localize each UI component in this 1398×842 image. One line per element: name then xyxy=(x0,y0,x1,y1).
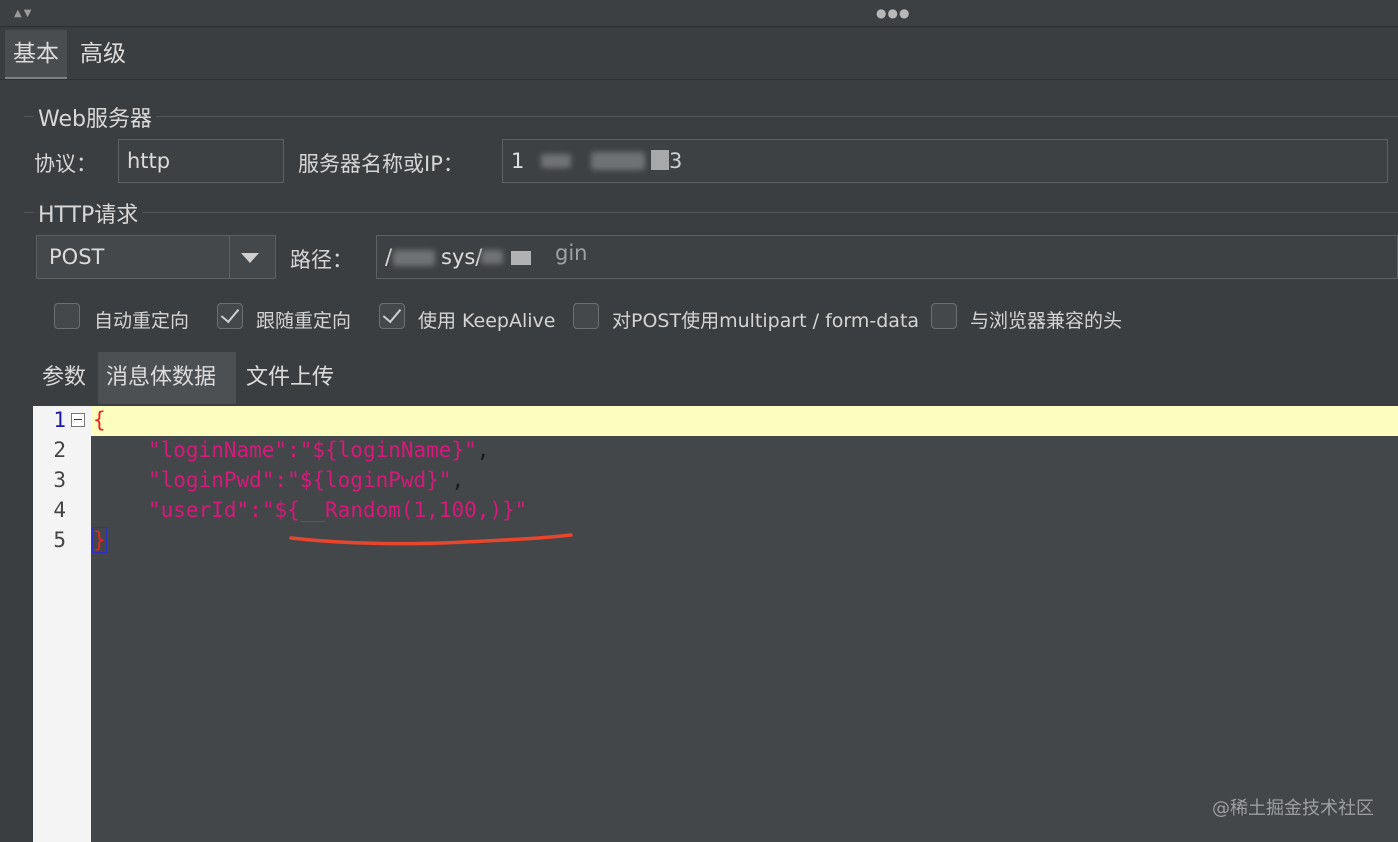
tab-file-upload[interactable]: 文件上传 xyxy=(238,352,342,404)
http-request-group-title: HTTP请求 xyxy=(34,197,143,229)
code-line: "loginName":"${loginName}", xyxy=(148,438,489,462)
select-separator xyxy=(229,236,230,278)
web-server-group-title: Web服务器 xyxy=(34,101,156,133)
http-request-group-border xyxy=(24,212,1398,213)
check-icon xyxy=(220,303,240,324)
line-number: 4 xyxy=(53,498,66,522)
json-value: "${loginPwd}" xyxy=(287,468,452,492)
path-label: 路径： xyxy=(290,248,353,272)
server-name-input[interactable]: 1 3 xyxy=(502,139,1388,183)
redacted-region xyxy=(481,250,503,264)
top-splitter-bar xyxy=(0,0,1398,27)
check-icon xyxy=(382,303,402,324)
checkbox-follow-redirect[interactable] xyxy=(217,303,243,329)
json-comma: , xyxy=(451,468,465,492)
json-key: "userId" xyxy=(148,498,250,522)
redacted-region xyxy=(591,152,645,170)
checkbox-label: 自动重定向 xyxy=(94,310,190,332)
tab-advanced[interactable]: 高级 xyxy=(72,30,134,78)
tab-body-data[interactable]: 消息体数据 xyxy=(98,352,236,404)
checkbox-label: 跟随重定向 xyxy=(256,310,352,332)
json-key: "loginPwd" xyxy=(148,468,275,492)
method-select[interactable]: POST xyxy=(36,235,276,279)
protocol-input[interactable]: http xyxy=(118,139,284,183)
path-input[interactable]: / sys/ gin xyxy=(376,235,1398,279)
chevron-down-icon[interactable] xyxy=(241,253,259,263)
protocol-label: 协议： xyxy=(34,152,97,176)
method-value: POST xyxy=(49,245,105,269)
json-comma: , xyxy=(476,438,490,462)
json-colon: : xyxy=(249,498,262,522)
code-open-brace: { xyxy=(93,408,106,432)
current-line-highlight xyxy=(91,406,1398,436)
collapse-arrows-icon[interactable]: ▲▼ xyxy=(14,8,33,19)
line-number: 3 xyxy=(53,468,66,492)
json-value: "${loginName}" xyxy=(299,438,477,462)
json-colon: : xyxy=(287,438,300,462)
checkbox-label: 使用 KeepAlive xyxy=(418,310,556,332)
red-underline-annotation xyxy=(289,533,573,546)
tab-basic[interactable]: 基本 xyxy=(5,30,67,80)
server-value-visible: 1 xyxy=(511,149,525,173)
checkbox-label: 对POST使用multipart / form-data xyxy=(612,310,920,332)
tab-divider xyxy=(0,79,1398,80)
code-close-brace: } xyxy=(92,527,107,553)
json-value: "${__Random(1,100,)}" xyxy=(261,498,528,522)
path-value-mid: sys/ xyxy=(441,245,483,269)
redacted-region xyxy=(651,150,669,170)
json-colon: : xyxy=(274,468,288,492)
fold-collapse-icon[interactable] xyxy=(71,413,85,427)
path-value-tail: gin xyxy=(555,241,588,265)
checkbox-keepalive[interactable] xyxy=(379,303,405,329)
drag-handle-icon[interactable]: ●●● xyxy=(876,6,910,20)
line-number: 2 xyxy=(53,438,66,462)
line-number: 5 xyxy=(53,528,66,552)
tab-parameters[interactable]: 参数 xyxy=(34,352,94,404)
line-number: 1 xyxy=(53,408,66,432)
web-server-group-border xyxy=(24,116,1398,117)
code-line: "userId":"${__Random(1,100,)}" xyxy=(148,498,527,522)
watermark: @稀土掘金技术社区 xyxy=(1212,798,1374,819)
code-line: "loginPwd":"${loginPwd}", xyxy=(148,468,464,492)
server-value-tail: 3 xyxy=(669,149,683,173)
checkbox-browser-headers[interactable] xyxy=(931,303,957,329)
checkbox-multipart[interactable] xyxy=(573,303,599,329)
server-name-label: 服务器名称或IP： xyxy=(298,152,464,176)
path-value-visible: / xyxy=(385,245,393,269)
json-key: "loginName" xyxy=(148,438,288,462)
redacted-region xyxy=(393,250,435,266)
redacted-region xyxy=(541,154,571,168)
checkbox-auto-redirect[interactable] xyxy=(54,303,80,329)
checkbox-label: 与浏览器兼容的头 xyxy=(970,310,1123,332)
redacted-region xyxy=(511,251,531,265)
